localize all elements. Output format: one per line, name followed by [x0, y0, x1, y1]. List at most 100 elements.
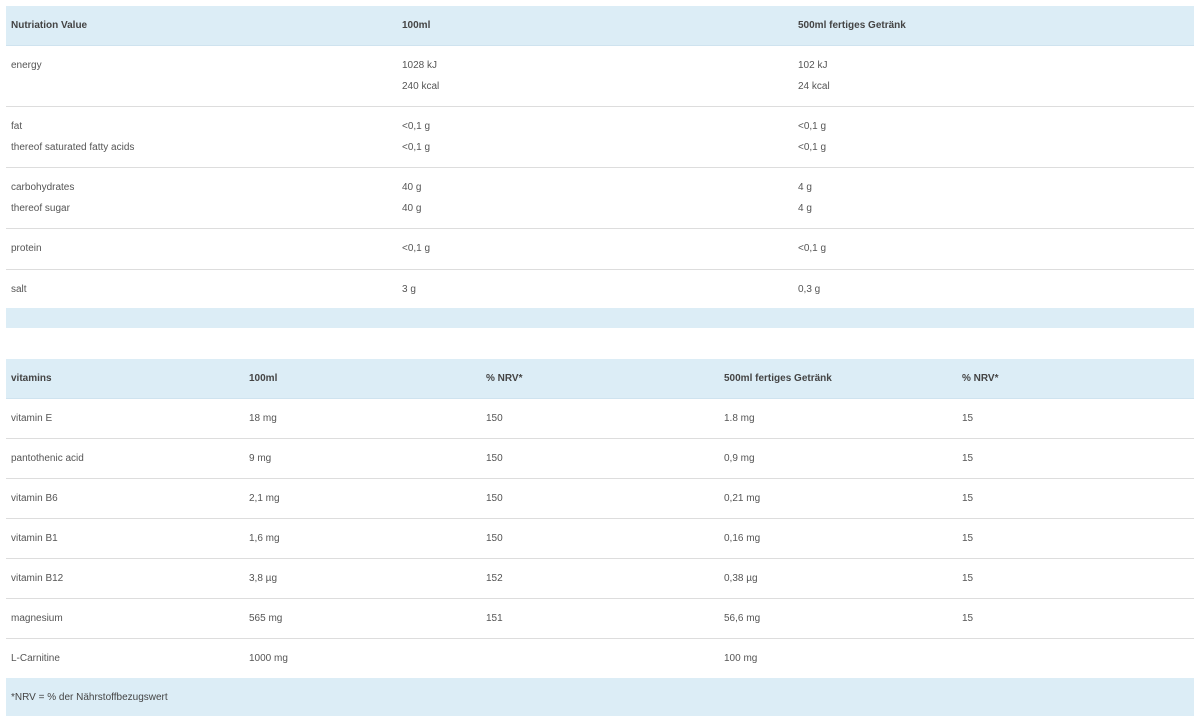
table-row: magnesium 565 mg 151 56,6 mg 15	[6, 598, 1194, 639]
table-row: vitamin B1 1,6 mg 150 0,16 mg 15	[6, 518, 1194, 559]
nutrition-table: Nutriation Value 100ml 500ml fertiges Ge…	[6, 6, 1194, 328]
fat-label: fat	[11, 121, 23, 132]
vitamin-500ml: 0,16 mg	[719, 518, 957, 559]
vitamin-nrv-500: 15	[957, 478, 1194, 519]
table-row: salt 3 g 0,3 g	[6, 270, 1194, 309]
vitamin-nrv-100: 150	[481, 438, 719, 479]
row-per100: 3 g	[397, 270, 793, 309]
protein-500: <0,1 g	[798, 243, 827, 254]
nutrition-footer-band	[6, 308, 1194, 328]
vitamin-nrv-500: 15	[957, 558, 1194, 599]
table-row: L-Carnitine 1000 mg 100 mg	[6, 639, 1194, 679]
table-row: pantothenic acid 9 mg 150 0,9 mg 15	[6, 438, 1194, 479]
vitamin-name: vitamin B6	[6, 478, 244, 519]
sugar-100: 40 g	[402, 202, 422, 214]
nutrition-header-100ml: 100ml	[397, 6, 793, 46]
vitamin-100ml: 18 mg	[244, 398, 481, 439]
row-label: salt	[6, 270, 397, 309]
row-per500: 0,3 g	[793, 270, 1194, 309]
row-per500: 4 g 4 g	[793, 167, 1194, 229]
row-per100: 40 g 40 g	[397, 167, 793, 229]
vitamin-nrv-100	[481, 639, 719, 679]
energy-kcal-500: 24 kcal	[798, 80, 830, 92]
vitamin-nrv-100: 150	[481, 398, 719, 439]
vitamin-nrv-100: 152	[481, 558, 719, 599]
vitamins-table: vitamins 100ml % NRV* 500ml fertiges Get…	[6, 359, 1194, 716]
vitamin-500ml: 0,9 mg	[719, 438, 957, 479]
vitamin-name: L-Carnitine	[11, 653, 60, 664]
row-label: energy	[6, 45, 397, 107]
sugar-label: thereof sugar	[11, 202, 70, 214]
vitamin-nrv-100: 150	[481, 478, 719, 519]
vitamin-500ml: 0,21 mg	[719, 478, 957, 519]
vitamin-name: magnesium	[6, 598, 244, 639]
table-row: energy 1028 kJ 240 kcal 102 kJ 24 kcal	[6, 45, 1194, 107]
table-row: fat thereof saturated fatty acids <0,1 g…	[6, 106, 1194, 168]
nutrition-header-row: Nutriation Value 100ml 500ml fertiges Ge…	[6, 6, 1194, 46]
vitamin-name: vitamin E	[6, 398, 244, 439]
energy-kj-100: 1028 kJ	[402, 60, 438, 71]
fat-100: <0,1 g	[402, 121, 431, 132]
vitamin-nrv-500	[957, 639, 1194, 679]
sugar-500: 4 g	[798, 202, 812, 214]
fat-500: <0,1 g	[798, 121, 827, 132]
nrv-footnote: *NRV = % der Nährstoffbezugswert	[6, 678, 1194, 716]
vitamin-nrv-100: 150	[481, 518, 719, 559]
vitamin-100ml: 9 mg	[244, 438, 481, 479]
vitamins-header-500ml: 500ml fertiges Getränk	[719, 359, 957, 399]
vitamin-100ml: 2,1 mg	[244, 478, 481, 519]
row-per100: <0,1 g	[397, 228, 793, 270]
table-row: vitamin B6 2,1 mg 150 0,21 mg 15	[6, 478, 1194, 519]
table-row: vitamin B12 3,8 µg 152 0,38 µg 15	[6, 558, 1194, 599]
energy-kcal-100: 240 kcal	[402, 80, 440, 92]
salt-100: 3 g	[402, 284, 416, 295]
vitamin-500ml: 1.8 mg	[719, 398, 957, 439]
vitamins-header-nrv-500: % NRV*	[957, 359, 1194, 399]
saturated-fat-label: thereof saturated fatty acids	[11, 141, 135, 153]
carbohydrates-500: 4 g	[798, 182, 812, 193]
vitamin-nrv-500: 15	[957, 598, 1194, 639]
vitamins-header-label: vitamins	[6, 359, 244, 399]
row-label: carbohydrates thereof sugar	[6, 167, 397, 229]
vitamin-100ml: 565 mg	[244, 598, 481, 639]
salt-label: salt	[11, 284, 27, 295]
vitamins-header-row: vitamins 100ml % NRV* 500ml fertiges Get…	[6, 359, 1194, 399]
vitamin-nrv-100: 151	[481, 598, 719, 639]
energy-label: energy	[11, 60, 42, 71]
vitamins-header-100ml: 100ml	[244, 359, 481, 399]
table-row: carbohydrates thereof sugar 40 g 40 g 4 …	[6, 167, 1194, 229]
vitamin-500ml: 100 mg	[724, 653, 758, 664]
table-row: protein <0,1 g <0,1 g	[6, 228, 1194, 270]
saturated-fat-500: <0,1 g	[798, 141, 827, 153]
salt-500: 0,3 g	[798, 284, 821, 295]
vitamin-name: vitamin B12	[6, 558, 244, 599]
vitamin-name: pantothenic acid	[6, 438, 244, 479]
vitamin-name: vitamin B1	[6, 518, 244, 559]
vitamin-100ml: 3,8 µg	[244, 558, 481, 599]
nutrition-header-label: Nutriation Value	[6, 6, 397, 46]
row-per100: <0,1 g <0,1 g	[397, 106, 793, 168]
carbohydrates-100: 40 g	[402, 182, 422, 193]
row-per500: 102 kJ 24 kcal	[793, 45, 1194, 107]
carbohydrates-label: carbohydrates	[11, 182, 75, 193]
row-label: protein	[6, 228, 397, 270]
vitamin-nrv-500: 15	[957, 438, 1194, 479]
saturated-fat-100: <0,1 g	[402, 141, 431, 153]
vitamins-header-nrv-100: % NRV*	[481, 359, 719, 399]
table-row: vitamin E 18 mg 150 1.8 mg 15	[6, 398, 1194, 439]
protein-100: <0,1 g	[402, 243, 431, 254]
nutrition-header-500ml: 500ml fertiges Getränk	[793, 6, 1194, 46]
energy-kj-500: 102 kJ	[798, 60, 828, 71]
vitamin-100ml: 1,6 mg	[244, 518, 481, 559]
row-per500: <0,1 g	[793, 228, 1194, 270]
vitamin-500ml: 56,6 mg	[719, 598, 957, 639]
row-per500: <0,1 g <0,1 g	[793, 106, 1194, 168]
footnote-row: *NRV = % der Nährstoffbezugswert	[6, 678, 1194, 716]
vitamin-500ml: 0,38 µg	[719, 558, 957, 599]
row-label: fat thereof saturated fatty acids	[6, 106, 397, 168]
row-per100: 1028 kJ 240 kcal	[397, 45, 793, 107]
vitamin-100ml: 1000 mg	[249, 653, 288, 664]
vitamin-nrv-500: 15	[957, 398, 1194, 439]
vitamin-nrv-500: 15	[957, 518, 1194, 559]
protein-label: protein	[11, 243, 42, 254]
